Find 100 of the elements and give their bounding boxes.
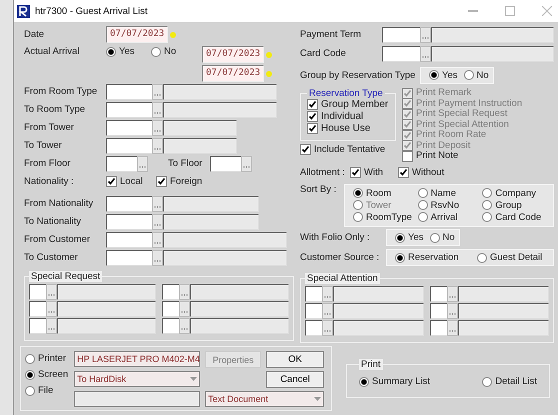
field-label: Sort By : xyxy=(300,184,338,194)
radio-button[interactable]: Company xyxy=(482,188,547,198)
date-picker-icon[interactable] xyxy=(266,52,272,58)
group-title: Print xyxy=(359,359,383,370)
checkmark-icon xyxy=(157,177,166,186)
radio-button[interactable]: Yes xyxy=(395,232,424,243)
code-field[interactable] xyxy=(210,156,241,172)
field-label: From Floor xyxy=(24,158,72,169)
caret-icon xyxy=(314,397,322,401)
maximize-icon[interactable] xyxy=(505,6,515,16)
lookup-button[interactable] xyxy=(152,214,163,230)
code-field[interactable] xyxy=(106,196,152,212)
date-field[interactable]: 07/07/2023 xyxy=(106,26,168,43)
code-field[interactable] xyxy=(106,232,152,248)
radio-button[interactable]: Screen xyxy=(25,369,68,380)
radio-button[interactable]: RsvNo xyxy=(418,200,482,210)
close-icon[interactable] xyxy=(542,6,552,16)
group-title: Reservation Type xyxy=(308,88,384,99)
code-field[interactable] xyxy=(106,214,152,230)
code-field[interactable] xyxy=(162,318,179,334)
field-label: To Tower xyxy=(24,140,63,151)
code-field[interactable] xyxy=(29,284,46,300)
code-field[interactable] xyxy=(305,320,322,336)
code-field[interactable] xyxy=(106,250,152,266)
field-label: Card Code xyxy=(300,48,347,59)
radio-button[interactable]: Yes xyxy=(429,70,458,80)
code-field[interactable] xyxy=(162,301,179,317)
code-field[interactable] xyxy=(106,102,152,118)
code-field[interactable] xyxy=(430,302,447,318)
screen-target-dropdown[interactable]: To HardDisk xyxy=(74,371,200,387)
radio-button[interactable]: Guest Detail xyxy=(477,252,558,263)
lookup-button[interactable] xyxy=(152,84,163,100)
checkbox[interactable]: Group Member xyxy=(307,99,389,110)
radio-button[interactable]: No xyxy=(464,70,489,80)
code-field[interactable] xyxy=(106,138,152,154)
date-field[interactable]: 07/07/2023 xyxy=(202,46,264,63)
date-picker-icon[interactable] xyxy=(266,70,272,76)
lookup-button[interactable] xyxy=(152,138,163,154)
code-field[interactable] xyxy=(430,286,447,302)
group-title: Special Request xyxy=(29,271,102,282)
checkbox[interactable]: Local xyxy=(106,176,156,187)
field-label: Group by Reservation Type xyxy=(300,70,416,80)
radio-button[interactable]: Card Code xyxy=(482,212,547,222)
checkbox[interactable]: Print Note xyxy=(402,151,522,162)
radio-button[interactable]: Group xyxy=(482,200,547,210)
caret-icon xyxy=(190,377,198,381)
field-label: Actual Arrival xyxy=(24,46,80,57)
code-field[interactable] xyxy=(106,156,137,172)
app-icon xyxy=(17,4,30,18)
code-field[interactable] xyxy=(430,320,447,336)
code-field[interactable] xyxy=(106,84,152,100)
code-field[interactable] xyxy=(305,302,322,318)
file-type-dropdown[interactable]: Text Document xyxy=(205,391,324,407)
code-field[interactable] xyxy=(29,318,46,334)
file-path-field[interactable] xyxy=(74,391,200,407)
checkmark-icon xyxy=(301,145,310,154)
lookup-button[interactable] xyxy=(152,102,163,118)
radio-button[interactable]: Arrival xyxy=(418,212,482,222)
code-field[interactable] xyxy=(382,26,420,42)
code-field[interactable] xyxy=(305,286,322,302)
checkbox[interactable]: With xyxy=(350,166,392,178)
checkbox[interactable]: Include Tentative xyxy=(300,144,396,155)
lookup-button[interactable] xyxy=(152,120,163,136)
field-label: To Customer xyxy=(24,252,79,263)
lookup-button[interactable] xyxy=(152,196,163,212)
checkbox[interactable]: Without xyxy=(398,166,444,178)
field-label: Customer Source : xyxy=(300,252,380,263)
code-field[interactable] xyxy=(162,284,179,300)
code-field[interactable] xyxy=(382,46,420,62)
radio-button[interactable]: No xyxy=(151,46,196,57)
group-title: Special Attention xyxy=(305,272,380,284)
code-field[interactable] xyxy=(29,301,46,317)
radio-button[interactable]: Summary List xyxy=(359,376,430,387)
cancel-button[interactable]: Cancel xyxy=(266,371,324,388)
lookup-button[interactable] xyxy=(137,156,148,172)
field-label: Payment Term xyxy=(300,29,362,40)
code-field[interactable] xyxy=(106,120,152,136)
lookup-button[interactable] xyxy=(420,46,431,62)
radio-button[interactable]: Name xyxy=(418,188,482,198)
date-field[interactable]: 07/07/2023 xyxy=(202,65,264,82)
radio-button[interactable]: Printer xyxy=(25,353,68,364)
radio-button[interactable]: RoomType xyxy=(353,212,418,222)
radio-button[interactable]: Yes xyxy=(106,46,151,57)
radio-button[interactable]: Detail List xyxy=(482,376,537,387)
checkbox[interactable]: House Use xyxy=(307,123,389,134)
field-label: To Room Type xyxy=(24,104,86,115)
lookup-button[interactable] xyxy=(152,250,163,266)
radio-button[interactable]: No xyxy=(430,232,455,243)
checkbox[interactable]: Foreign xyxy=(156,176,206,187)
lookup-button[interactable] xyxy=(420,26,431,42)
lookup-button[interactable] xyxy=(241,156,252,172)
radio-button[interactable]: Room xyxy=(353,188,418,198)
checkbox[interactable]: Individual xyxy=(307,111,389,122)
field-label: With Folio Only : xyxy=(300,232,371,243)
date-picker-icon[interactable] xyxy=(170,32,176,38)
ok-button[interactable]: OK xyxy=(266,351,324,368)
radio-button[interactable]: File xyxy=(25,385,68,396)
lookup-button[interactable] xyxy=(152,232,163,248)
radio-button[interactable]: Reservation xyxy=(395,252,477,263)
checkmark-icon xyxy=(399,168,408,176)
